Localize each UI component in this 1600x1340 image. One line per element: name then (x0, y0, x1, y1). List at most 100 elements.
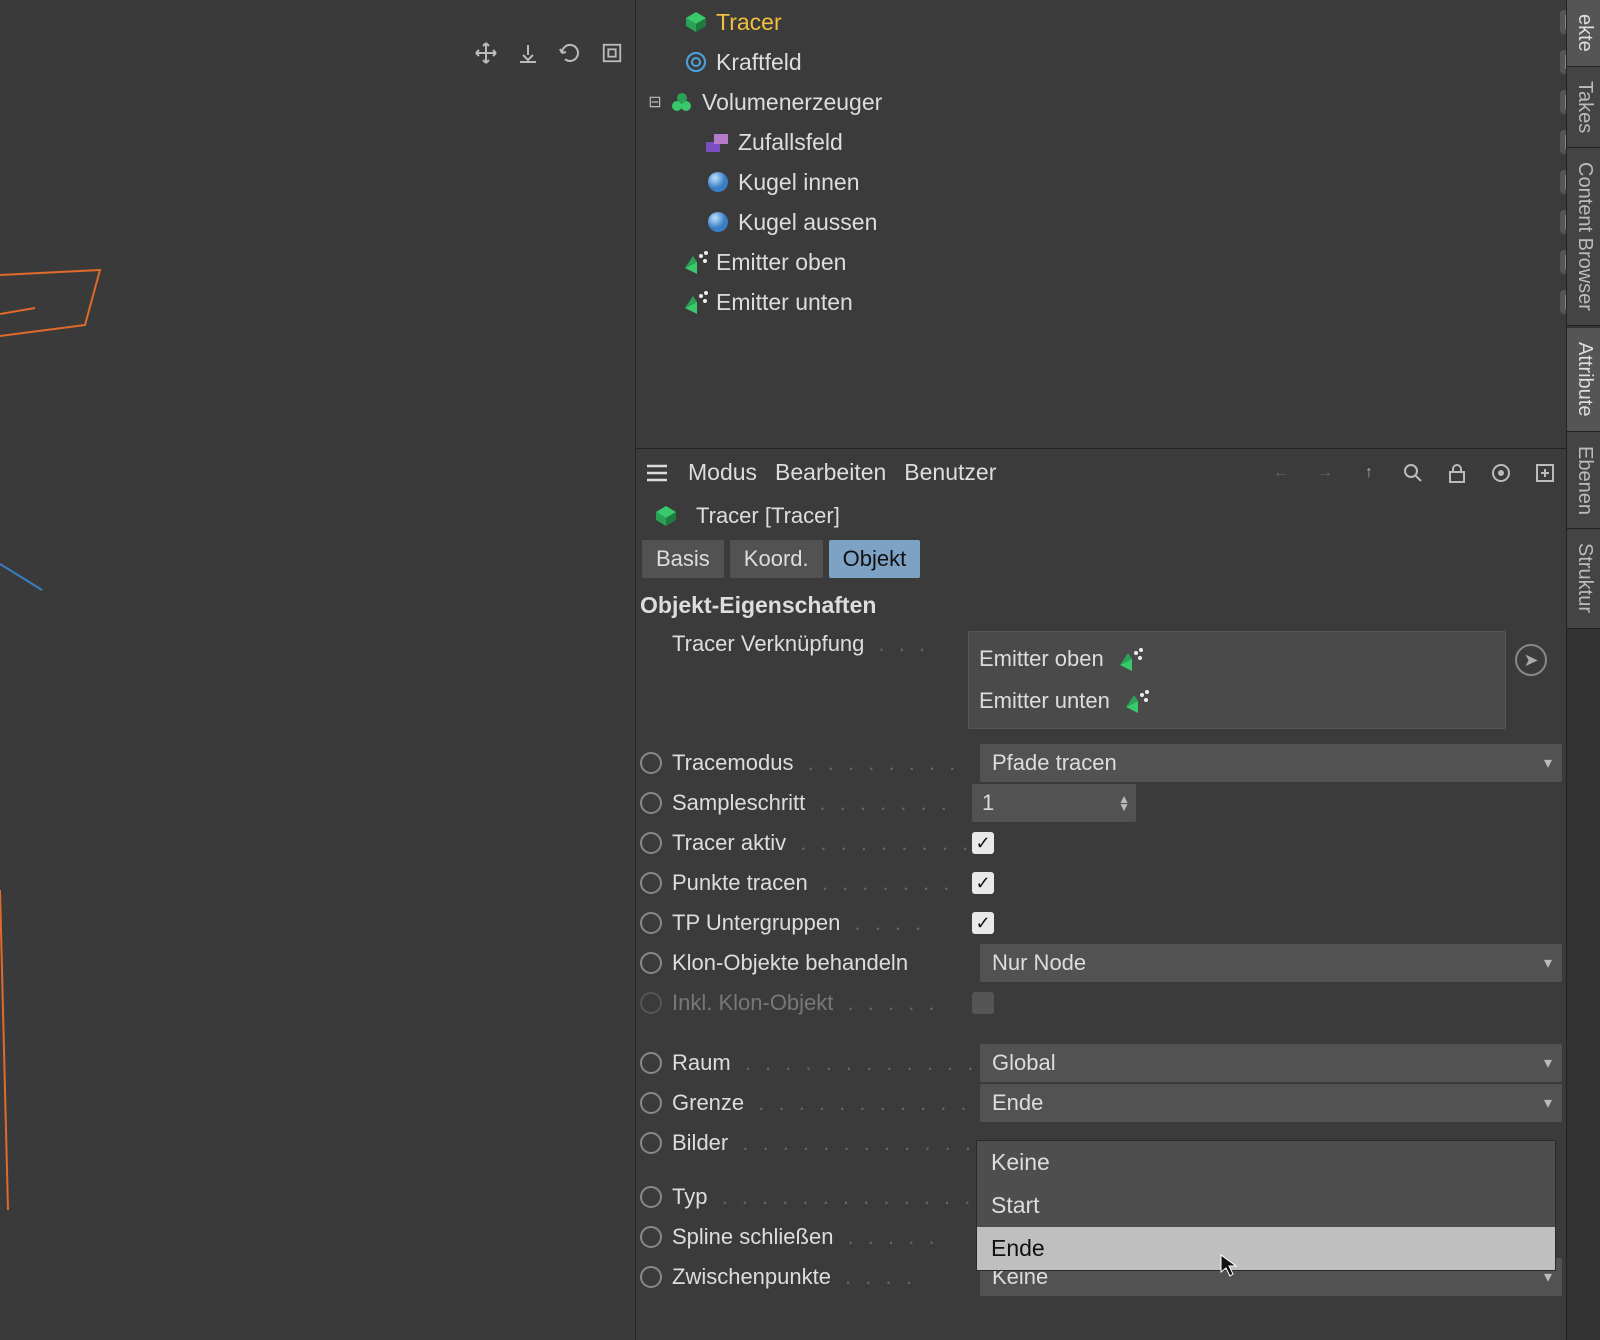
link-item[interactable]: Emitter oben (979, 638, 1495, 680)
checkbox-tp-unter[interactable]: ✓ (972, 912, 994, 934)
link-label: Emitter unten (979, 688, 1110, 714)
prop-inkl-klon: Inkl. Klon-Objekt . . . . . (636, 983, 1566, 1023)
emitter-icon (1124, 689, 1150, 713)
tree-row-zufallsfeld[interactable]: Zufallsfeld ••✓ (640, 122, 1562, 162)
prop-label: Tracemodus . . . . . . . . (672, 750, 972, 776)
prop-label: Tracer aktiv . . . . . . . . . (672, 830, 972, 856)
anim-dot[interactable] (640, 1266, 662, 1288)
nav-fwd-icon[interactable]: → (1312, 460, 1338, 486)
menu-bearbeiten[interactable]: Bearbeiten (775, 459, 886, 486)
emitter-icon (682, 248, 710, 276)
tree-label[interactable]: Kugel aussen (738, 209, 877, 236)
prop-sampleschritt: Sampleschritt . . . . . . . 1▲▼ (636, 783, 1566, 823)
anim-dot[interactable] (640, 1092, 662, 1114)
prop-tp-unter: TP Untergruppen . . . . ✓ (636, 903, 1566, 943)
viewport-toolbar (471, 38, 627, 68)
prop-label: Bilder . . . . . . . . . . . . . (672, 1130, 972, 1156)
prop-label: Zwischenpunkte . . . . (672, 1264, 972, 1290)
dropdown-grenze[interactable]: Ende▾ (980, 1084, 1562, 1122)
anim-dot[interactable] (640, 872, 662, 894)
link-item[interactable]: Emitter unten (979, 680, 1495, 722)
side-tab-ebenen[interactable]: Ebenen (1567, 432, 1600, 530)
tree-row-emitter-oben[interactable]: Emitter oben ••✓ (640, 242, 1562, 282)
anim-dot[interactable] (640, 792, 662, 814)
object-tree[interactable]: Tracer •• ✓ Kraftfeld ••✓ ⊟ Volumenerzeu… (636, 0, 1566, 324)
hamburger-icon[interactable] (644, 460, 670, 486)
prop-tracer-aktiv: Tracer aktiv . . . . . . . . . ✓ (636, 823, 1566, 863)
dropdown-option-ende[interactable]: Ende (977, 1227, 1555, 1270)
dropdown-klon-behandeln[interactable]: Nur Node▾ (980, 944, 1562, 982)
tree-label[interactable]: Emitter unten (716, 289, 853, 316)
emitter-icon (1118, 647, 1144, 671)
anim-dot[interactable] (640, 912, 662, 934)
menu-modus[interactable]: Modus (688, 459, 757, 486)
tree-label[interactable]: Kugel innen (738, 169, 860, 196)
dropdown-option-keine[interactable]: Keine (977, 1141, 1555, 1184)
tracer-icon (682, 8, 710, 36)
tree-row-tracer[interactable]: Tracer •• ✓ (640, 2, 1562, 42)
frame-icon[interactable] (597, 38, 627, 68)
tab-koord[interactable]: Koord. (730, 540, 823, 578)
attribute-manager[interactable]: Modus Bearbeiten Benutzer ← → ↑ Tracer [… (636, 448, 1566, 1340)
tab-basis[interactable]: Basis (642, 540, 724, 578)
zoom-icon[interactable] (513, 38, 543, 68)
nav-up-icon[interactable]: ↑ (1356, 460, 1382, 486)
checkbox-inkl-klon (972, 992, 994, 1014)
anim-dot[interactable] (640, 1186, 662, 1208)
tree-label[interactable]: Kraftfeld (716, 49, 802, 76)
nav-back-icon[interactable]: ← (1268, 460, 1294, 486)
tree-label[interactable]: Tracer (716, 9, 782, 36)
dropdown-option-start[interactable]: Start (977, 1184, 1555, 1227)
move-icon[interactable] (471, 38, 501, 68)
anim-dot[interactable] (640, 1132, 662, 1154)
side-tab-takes[interactable]: Takes (1567, 67, 1600, 148)
tree-row-kugel-aussen[interactable]: Kugel aussen ••✓ (640, 202, 1562, 242)
tree-row-kraftfeld[interactable]: Kraftfeld ••✓ (640, 42, 1562, 82)
dropdown-raum[interactable]: Global▾ (980, 1044, 1562, 1082)
expand-icon[interactable]: ⊟ (648, 92, 662, 112)
rotate-icon[interactable] (555, 38, 585, 68)
search-icon[interactable] (1400, 460, 1426, 486)
anim-dot[interactable] (640, 1226, 662, 1248)
prop-tracer-link: Tracer Verknüpfung . . . Emitter oben Em… (636, 625, 1566, 729)
attr-tabs: Basis Koord. Objekt (636, 536, 1566, 582)
mouse-cursor-icon (1220, 1254, 1240, 1278)
number-sampleschritt[interactable]: 1▲▼ (972, 784, 1136, 822)
prop-label: Raum . . . . . . . . . . . . . (672, 1050, 972, 1076)
lock-icon[interactable] (1444, 460, 1470, 486)
link-list[interactable]: Emitter oben Emitter unten ➤ (968, 631, 1506, 729)
side-tabs: ekte Takes Content Browser Attribute Ebe… (1566, 0, 1600, 1340)
anim-dot[interactable] (640, 752, 662, 774)
side-tab-attribute[interactable]: Attribute (1567, 328, 1600, 431)
tree-row-emitter-unten[interactable]: Emitter unten ••✓ (640, 282, 1562, 322)
tree-label[interactable]: Zufallsfeld (738, 129, 843, 156)
anim-dot[interactable] (640, 952, 662, 974)
anim-dot[interactable] (640, 1052, 662, 1074)
object-manager[interactable]: Tracer •• ✓ Kraftfeld ••✓ ⊟ Volumenerzeu… (636, 0, 1566, 448)
side-tab-objekte[interactable]: ekte (1567, 0, 1600, 67)
tree-row-volumenerzeuger[interactable]: ⊟ Volumenerzeuger ••✓ (640, 82, 1562, 122)
checkbox-tracer-aktiv[interactable]: ✓ (972, 832, 994, 854)
tree-label[interactable]: Volumenerzeuger (702, 89, 882, 116)
pick-arrow-icon[interactable]: ➤ (1515, 644, 1547, 676)
checkbox-punkte-tracen[interactable]: ✓ (972, 872, 994, 894)
anim-dot[interactable] (640, 832, 662, 854)
viewport[interactable] (0, 0, 636, 1340)
prop-label: Sampleschritt . . . . . . . (672, 790, 972, 816)
tree-row-kugel-innen[interactable]: Kugel innen ••✓ (640, 162, 1562, 202)
dropdown-tracemodus[interactable]: Pfade tracen▾ (980, 744, 1562, 782)
tab-objekt[interactable]: Objekt (829, 540, 921, 578)
tree-label[interactable]: Emitter oben (716, 249, 846, 276)
prop-label: Inkl. Klon-Objekt . . . . . (672, 990, 972, 1016)
prop-label: Grenze . . . . . . . . . . . . (672, 1090, 972, 1116)
attr-header: Modus Bearbeiten Benutzer ← → ↑ (636, 448, 1566, 496)
random-field-icon (704, 128, 732, 156)
dropdown-popup-grenze[interactable]: Keine Start Ende (976, 1140, 1556, 1271)
tracer-icon (652, 502, 680, 530)
new-window-icon[interactable] (1532, 460, 1558, 486)
side-tab-content[interactable]: Content Browser (1567, 148, 1600, 326)
menu-benutzer[interactable]: Benutzer (904, 459, 996, 486)
side-tab-struktur[interactable]: Struktur (1567, 529, 1600, 628)
target-icon[interactable] (1488, 460, 1514, 486)
attr-title-text: Tracer [Tracer] (696, 503, 840, 529)
